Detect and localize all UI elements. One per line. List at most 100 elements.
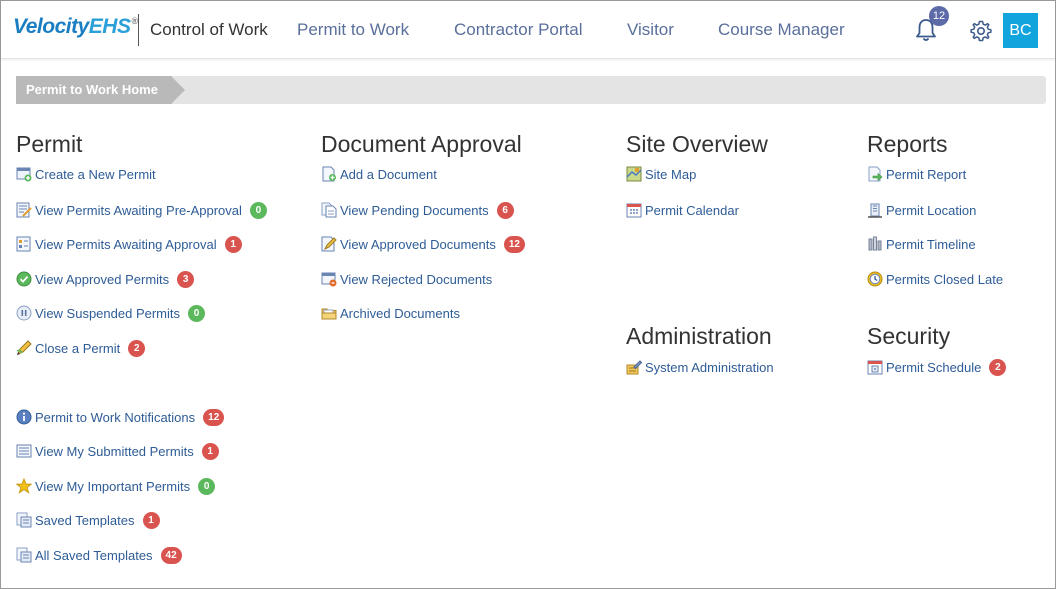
link-label: Archived Documents xyxy=(340,305,460,321)
count-badge: 42 xyxy=(160,546,182,564)
link-label: View Approved Documents xyxy=(340,236,496,252)
count-badge: 2 xyxy=(128,339,146,357)
logo-accent-text: EHS xyxy=(88,15,131,38)
count-badge: 0 xyxy=(188,304,206,322)
link-label: Add a Document xyxy=(340,166,437,182)
timeline-icon xyxy=(868,236,882,251)
link-label: View Permits Awaiting Approval xyxy=(35,236,217,252)
view-approved-documents-link[interactable]: View Approved Documents 12 xyxy=(321,234,525,254)
link-label: Site Map xyxy=(645,166,697,182)
link-label: View My Submitted Permits xyxy=(35,443,194,459)
breadcrumb-arrow xyxy=(171,76,185,104)
check-circle-icon xyxy=(16,271,32,287)
link-label: Permit Calendar xyxy=(645,202,739,218)
user-avatar[interactable]: BC xyxy=(1003,13,1038,48)
link-label: Permit Report xyxy=(886,166,967,182)
view-pending-documents-link[interactable]: View Pending Documents 6 xyxy=(321,200,514,220)
permit-location-link[interactable]: Permit Location xyxy=(867,200,976,220)
count-badge: 0 xyxy=(249,201,267,219)
system-administration-link[interactable]: System Administration xyxy=(626,357,774,377)
permit-notifications-link[interactable]: Permit to Work Notifications 12 xyxy=(16,407,225,427)
reports-section-title: Reports xyxy=(867,131,948,157)
awaiting-approval-icon xyxy=(16,236,31,252)
pause-circle-icon xyxy=(16,305,32,321)
pencil-icon xyxy=(16,340,32,355)
count-badge: 1 xyxy=(142,511,160,529)
count-badge: 2 xyxy=(989,358,1007,376)
link-label: View Permits Awaiting Pre-Approval xyxy=(35,202,242,218)
link-label: View Pending Documents xyxy=(340,202,489,218)
velocity-ehs-logo[interactable]: Velocity EHS ® xyxy=(13,15,138,43)
permit-section-title: Permit xyxy=(16,131,83,157)
list-icon xyxy=(16,444,32,458)
nav-course-manager[interactable]: Course Manager xyxy=(718,20,845,40)
map-icon xyxy=(626,166,642,182)
view-rejected-documents-link[interactable]: View Rejected Documents xyxy=(321,269,492,289)
folder-icon xyxy=(321,308,337,320)
link-label: View My Important Permits xyxy=(35,478,191,494)
location-icon xyxy=(868,203,882,218)
new-permit-icon xyxy=(16,167,32,182)
link-label: View Suspended Permits xyxy=(35,305,181,321)
pre-approval-icon xyxy=(16,202,32,218)
admin-icon xyxy=(626,360,642,375)
schedule-icon xyxy=(867,360,883,375)
calendar-icon xyxy=(626,203,642,218)
view-permits-pre-approval-link[interactable]: View Permits Awaiting Pre-Approval 0 xyxy=(16,200,267,220)
link-label: View Rejected Documents xyxy=(340,271,493,287)
info-icon xyxy=(16,409,32,425)
view-suspended-permits-link[interactable]: View Suspended Permits 0 xyxy=(16,303,206,323)
link-label: System Administration xyxy=(645,359,774,375)
create-new-permit-link[interactable]: Create a New Permit xyxy=(16,164,156,184)
link-label: Close a Permit xyxy=(35,340,121,356)
site-map-link[interactable]: Site Map xyxy=(626,164,696,184)
all-saved-templates-link[interactable]: All Saved Templates 42 xyxy=(16,545,182,565)
site-overview-section-title: Site Overview xyxy=(626,131,768,157)
view-approved-permits-link[interactable]: View Approved Permits 3 xyxy=(16,269,195,289)
count-badge: 6 xyxy=(496,201,514,219)
star-icon xyxy=(16,478,32,494)
close-permit-link[interactable]: Close a Permit 2 xyxy=(16,338,146,358)
link-label: All Saved Templates xyxy=(35,547,153,563)
count-badge: 3 xyxy=(177,270,195,288)
gear-icon[interactable] xyxy=(969,19,993,43)
clock-icon xyxy=(867,271,883,287)
count-badge: 12 xyxy=(503,235,525,253)
archived-documents-link[interactable]: Archived Documents xyxy=(321,303,460,323)
permit-calendar-link[interactable]: Permit Calendar xyxy=(626,200,739,220)
saved-templates-link[interactable]: Saved Templates 1 xyxy=(16,510,160,530)
notification-count-badge[interactable]: 12 xyxy=(929,6,949,26)
add-document-link[interactable]: Add a Document xyxy=(321,164,437,184)
link-label: View Approved Permits xyxy=(35,271,170,287)
app-title: Control of Work xyxy=(150,20,268,39)
count-badge: 1 xyxy=(224,235,242,253)
security-section-title: Security xyxy=(867,323,951,349)
link-label: Permit Location xyxy=(886,202,977,218)
add-document-icon xyxy=(322,166,336,182)
view-permits-awaiting-approval-link[interactable]: View Permits Awaiting Approval 1 xyxy=(16,234,242,254)
logo-trademark: ® xyxy=(131,16,138,26)
document-approval-section-title: Document Approval xyxy=(321,131,522,157)
nav-permit-to-work[interactable]: Permit to Work xyxy=(297,20,409,40)
logo-divider xyxy=(138,14,139,46)
link-label: Saved Templates xyxy=(35,512,135,528)
logo-text: Velocity xyxy=(13,15,89,38)
breadcrumb-home[interactable]: Permit to Work Home xyxy=(16,76,172,104)
count-badge: 12 xyxy=(203,408,225,426)
nav-contractor-portal[interactable]: Contractor Portal xyxy=(454,20,583,40)
count-badge: 1 xyxy=(201,442,219,460)
link-label: Permit to Work Notifications xyxy=(35,409,196,425)
administration-section-title: Administration xyxy=(626,323,772,349)
permit-schedule-link[interactable]: Permit Schedule 2 xyxy=(867,357,1007,377)
pending-document-icon xyxy=(321,202,337,218)
link-label: Permit Schedule xyxy=(886,359,982,375)
count-badge: 0 xyxy=(198,477,216,495)
view-my-important-permits-link[interactable]: View My Important Permits 0 xyxy=(16,476,216,496)
nav-visitor[interactable]: Visitor xyxy=(627,20,674,40)
view-my-submitted-permits-link[interactable]: View My Submitted Permits 1 xyxy=(16,441,219,461)
template-icon xyxy=(16,547,32,563)
permit-timeline-link[interactable]: Permit Timeline xyxy=(867,234,976,254)
rejected-document-icon xyxy=(321,272,337,287)
permit-report-link[interactable]: Permit Report xyxy=(867,164,966,184)
permits-closed-late-link[interactable]: Permits Closed Late xyxy=(867,269,1003,289)
